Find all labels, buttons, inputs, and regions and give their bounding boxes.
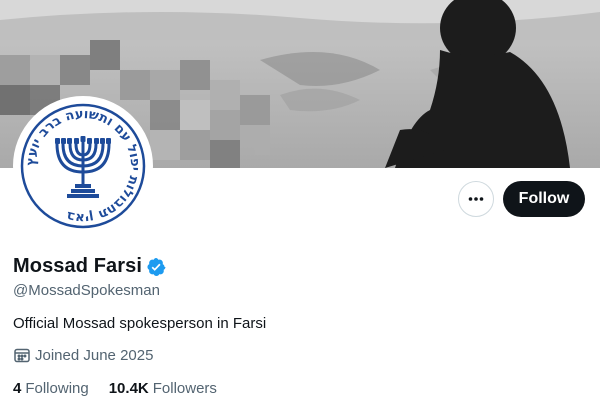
verified-badge-icon[interactable] xyxy=(146,257,166,277)
followers-link[interactable]: 10.4K Followers xyxy=(109,380,217,397)
more-horizontal-icon xyxy=(468,197,484,201)
profile-avatar[interactable]: באין תחבולות יפול עם ותשועה ברב יועץ xyxy=(13,96,153,236)
profile-bio: Official Mossad spokesperson in Farsi xyxy=(13,315,267,332)
follow-button[interactable]: Follow xyxy=(503,181,585,217)
following-count: 4 xyxy=(13,380,22,397)
more-options-button[interactable] xyxy=(458,181,494,217)
following-link[interactable]: 4 Following xyxy=(13,380,89,397)
joined-date: Joined June 2025 xyxy=(13,346,153,364)
profile-name-row: Mossad Farsi xyxy=(13,255,166,278)
joined-text: Joined June 2025 xyxy=(35,346,154,364)
followers-count: 10.4K xyxy=(108,380,149,397)
follow-stats: 4 Following 10.4K Followers xyxy=(13,380,237,397)
profile-display-name: Mossad Farsi xyxy=(13,255,143,277)
mossad-emblem-logo: באין תחבולות יפול עם ותשועה ברב יועץ xyxy=(19,102,147,230)
calendar-icon xyxy=(13,346,31,364)
followers-label: Followers xyxy=(152,380,217,397)
profile-handle: @MossadSpokesman xyxy=(13,282,160,299)
following-label: Following xyxy=(25,380,89,397)
